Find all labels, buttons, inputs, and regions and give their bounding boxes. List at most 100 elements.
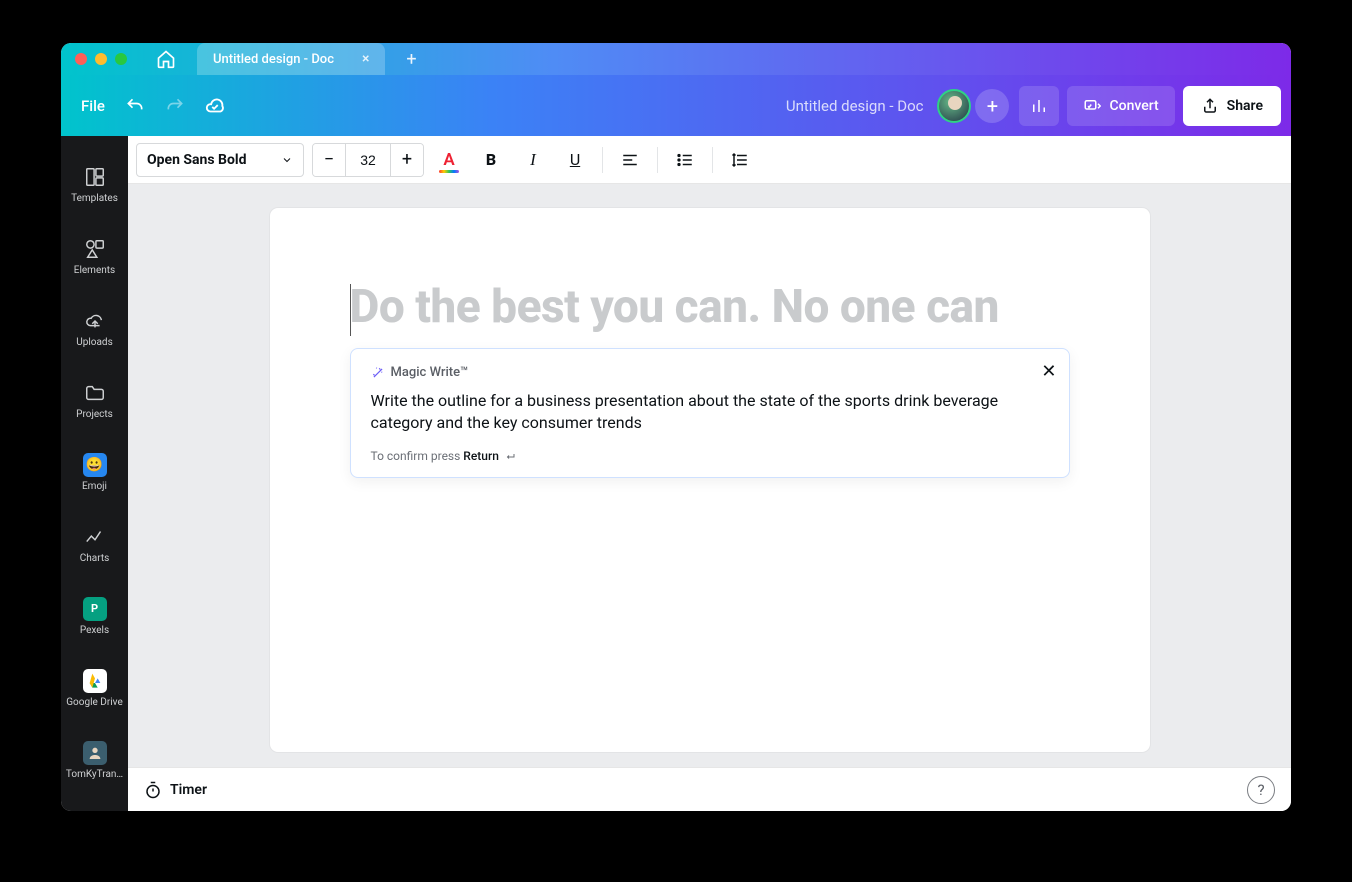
text-color-icon: A — [443, 150, 454, 170]
elements-icon — [83, 237, 107, 261]
share-button[interactable]: Share — [1183, 86, 1281, 126]
file-menu-button[interactable]: File — [71, 89, 115, 123]
spacing-button[interactable] — [723, 143, 757, 177]
stopwatch-icon — [144, 781, 162, 799]
share-icon — [1201, 97, 1219, 115]
cloud-sync-button[interactable] — [195, 86, 235, 126]
add-collaborator-button[interactable]: + — [975, 89, 1009, 123]
magic-hint: To confirm press Return — [371, 449, 1049, 463]
decrease-size-button[interactable]: − — [313, 144, 345, 176]
sidebar-label: Google Drive — [66, 697, 123, 708]
timer-label: Timer — [170, 782, 207, 798]
font-size-group: − + — [312, 143, 424, 177]
templates-icon — [83, 165, 107, 189]
bold-icon: B — [486, 150, 496, 169]
magic-write-header: Magic Write™ — [371, 365, 1049, 380]
undo-icon — [125, 96, 145, 116]
app-topbar: File Untitled design - Doc + Convert Sha… — [61, 75, 1291, 136]
sidebar-label: Emoji — [82, 481, 107, 492]
home-icon — [156, 49, 176, 69]
left-sidebar: Templates Elements Uploads Projects — [61, 136, 128, 811]
sidebar-label: Templates — [71, 193, 118, 204]
tab-close-button[interactable]: × — [358, 49, 373, 69]
cloud-check-icon — [204, 95, 226, 117]
close-window-button[interactable] — [75, 53, 87, 65]
uploads-icon — [83, 309, 107, 333]
tab-title: Untitled design - Doc — [213, 52, 334, 67]
sidebar-item-user-app[interactable]: TomKyTran… — [61, 724, 128, 796]
magic-wand-icon — [371, 366, 385, 380]
footer-bar: Timer ? — [128, 767, 1291, 811]
hint-prefix: To confirm press — [371, 449, 464, 463]
underline-button[interactable]: U — [558, 143, 592, 177]
redo-icon — [165, 96, 185, 116]
question-mark-icon: ? — [1257, 781, 1264, 799]
sidebar-item-emoji[interactable]: 😀 Emoji — [61, 436, 128, 508]
text-toolbar: Open Sans Bold − + A B I U — [128, 136, 1291, 184]
sidebar-item-elements[interactable]: Elements — [61, 220, 128, 292]
sidebar-item-google-drive[interactable]: Google Drive — [61, 652, 128, 724]
minimize-window-button[interactable] — [95, 53, 107, 65]
user-app-icon — [83, 741, 107, 765]
home-button[interactable] — [141, 43, 191, 75]
list-button[interactable] — [668, 143, 702, 177]
sidebar-label: TomKyTran… — [66, 769, 123, 780]
line-spacing-icon — [731, 151, 749, 169]
text-color-button[interactable]: A — [432, 143, 466, 177]
bold-button[interactable]: B — [474, 143, 508, 177]
share-label: Share — [1227, 98, 1263, 114]
user-avatar[interactable] — [937, 89, 971, 123]
sidebar-item-templates[interactable]: Templates — [61, 148, 128, 220]
separator — [712, 147, 713, 173]
body-row: Templates Elements Uploads Projects — [61, 136, 1291, 811]
sidebar-label: Pexels — [80, 625, 109, 636]
help-button[interactable]: ? — [1247, 776, 1275, 804]
sidebar-item-uploads[interactable]: Uploads — [61, 292, 128, 364]
alignment-button[interactable] — [613, 143, 647, 177]
magic-close-button[interactable]: ✕ — [1041, 361, 1056, 382]
increase-size-button[interactable]: + — [391, 144, 423, 176]
font-family-select[interactable]: Open Sans Bold — [136, 143, 304, 177]
document-tab[interactable]: Untitled design - Doc × — [197, 43, 385, 75]
new-tab-button[interactable]: + — [395, 43, 427, 75]
document-title[interactable]: Untitled design - Doc — [786, 97, 924, 115]
magic-write-popup: ✕ Magic Write™ Write the outline for a b… — [350, 348, 1070, 478]
maximize-window-button[interactable] — [115, 53, 127, 65]
main-area: Open Sans Bold − + A B I U — [128, 136, 1291, 811]
hint-key: Return — [463, 449, 499, 463]
titlebar: Untitled design - Doc × + — [61, 43, 1291, 75]
italic-button[interactable]: I — [516, 143, 550, 177]
sidebar-item-pexels[interactable]: P Pexels — [61, 580, 128, 652]
separator — [602, 147, 603, 173]
magic-write-title: Magic Write™ — [391, 365, 469, 380]
analytics-button[interactable] — [1019, 86, 1059, 126]
sidebar-label: Projects — [76, 409, 113, 420]
underline-icon: U — [570, 150, 580, 169]
sidebar-item-charts[interactable]: Charts — [61, 508, 128, 580]
sidebar-label: Elements — [74, 265, 115, 276]
google-drive-icon — [83, 669, 107, 693]
font-size-input[interactable] — [345, 144, 391, 176]
convert-button[interactable]: Convert — [1067, 86, 1174, 126]
return-icon — [504, 451, 516, 463]
sidebar-item-projects[interactable]: Projects — [61, 364, 128, 436]
app-window: Untitled design - Doc × + File Untitled … — [61, 43, 1291, 811]
convert-label: Convert — [1109, 98, 1158, 114]
font-name: Open Sans Bold — [147, 152, 246, 168]
list-icon — [676, 151, 694, 169]
sidebar-label: Uploads — [76, 337, 112, 348]
convert-icon — [1083, 97, 1101, 115]
timer-button[interactable]: Timer — [144, 781, 207, 799]
pexels-icon: P — [83, 597, 107, 621]
undo-button[interactable] — [115, 86, 155, 126]
separator — [657, 147, 658, 173]
canvas-area[interactable]: Do the best you can. No one can ✕ Magic … — [128, 184, 1291, 767]
document-page[interactable]: Do the best you can. No one can ✕ Magic … — [270, 208, 1150, 752]
magic-prompt-input[interactable]: Write the outline for a business present… — [371, 390, 1049, 435]
redo-button[interactable] — [155, 86, 195, 126]
charts-icon — [83, 525, 107, 549]
align-left-icon — [621, 151, 639, 169]
bar-chart-icon — [1030, 97, 1048, 115]
emoji-icon: 😀 — [83, 453, 107, 477]
sidebar-label: Charts — [80, 553, 110, 564]
